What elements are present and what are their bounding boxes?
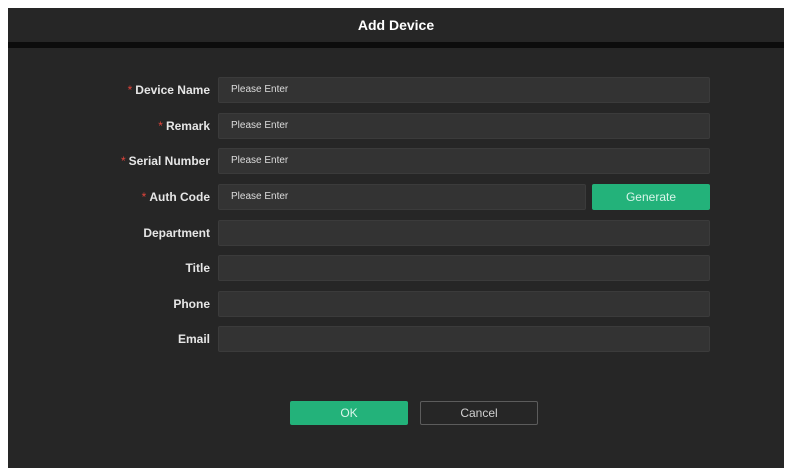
required-mark: * — [141, 190, 147, 204]
department-label: Department — [143, 226, 210, 240]
cancel-button[interactable]: Cancel — [420, 401, 538, 425]
required-mark: * — [127, 83, 133, 97]
phone-row: Phone — [8, 291, 784, 317]
required-mark: * — [120, 154, 126, 168]
device-name-input[interactable]: Please Enter — [218, 77, 710, 103]
email-row: Email — [8, 326, 784, 352]
email-label: Email — [177, 332, 210, 346]
device-name-label: * Device Name — [127, 83, 210, 97]
email-input[interactable] — [218, 326, 710, 352]
auth-code-input[interactable]: Please Enter — [218, 184, 586, 210]
serial-number-input[interactable]: Please Enter — [218, 148, 710, 174]
phone-input[interactable] — [218, 291, 710, 317]
remark-input[interactable]: Please Enter — [218, 113, 710, 139]
auth-code-label: * Auth Code — [141, 190, 210, 204]
serial-number-row: * Serial Number Please Enter — [8, 148, 784, 174]
required-mark: * — [158, 119, 163, 133]
phone-label: Phone — [173, 297, 210, 311]
remark-row: * Remark Please Enter — [8, 113, 784, 139]
title-input[interactable] — [218, 255, 710, 281]
title-label: Title — [185, 261, 210, 275]
title-row: Title — [8, 255, 784, 281]
dialog-title: Add Device — [357, 17, 435, 33]
device-name-row: * Device Name Please Enter — [8, 77, 784, 103]
dialog-title-bar: Add Device — [8, 8, 784, 42]
title-divider — [8, 42, 784, 48]
department-input[interactable] — [218, 220, 710, 246]
ok-button[interactable]: OK — [290, 401, 408, 425]
remark-label: * Remark — [158, 119, 210, 133]
generate-button[interactable]: Generate — [592, 184, 710, 210]
department-row: Department — [8, 220, 784, 246]
serial-number-label: * Serial Number — [120, 154, 210, 168]
add-device-dialog: Add Device * Device Name Please Enter * Re… — [8, 8, 784, 468]
auth-code-row: * Auth Code Please Enter Generate — [8, 184, 784, 210]
